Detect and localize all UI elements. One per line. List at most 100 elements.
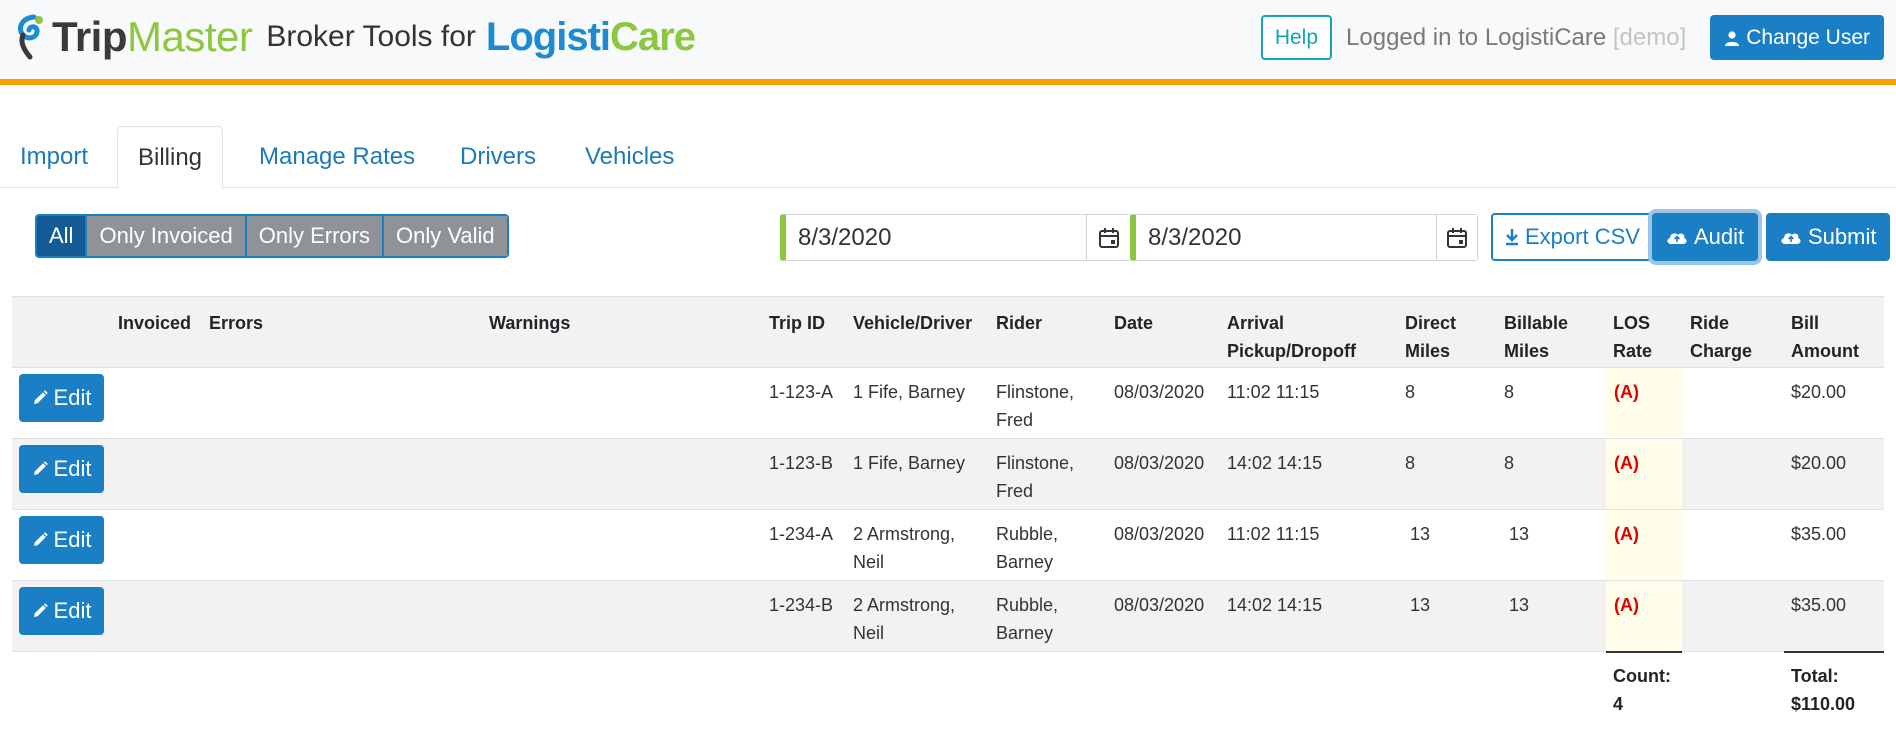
- edit-button[interactable]: Edit: [19, 587, 104, 635]
- direct-miles-cell: 13: [1410, 524, 1431, 544]
- col-rider[interactable]: Rider: [996, 309, 1042, 337]
- rider-line2: Barney: [996, 623, 1054, 643]
- arrival-cell: 11:02 11:15: [1227, 524, 1320, 544]
- total-label: Total:: [1791, 666, 1839, 686]
- vehicle-driver-cell: 1 Fife, Barney: [853, 449, 965, 477]
- tab-manage-rates[interactable]: Manage Rates: [239, 126, 435, 188]
- col-invoiced[interactable]: Invoiced: [118, 309, 191, 337]
- pencil-icon: [33, 532, 48, 546]
- end-date-calendar-button[interactable]: [1436, 215, 1477, 260]
- edit-button[interactable]: Edit: [19, 516, 104, 564]
- col-los-line2: Rate: [1613, 341, 1653, 361]
- help-button[interactable]: Help: [1260, 15, 1333, 60]
- col-bill-line2: Amount: [1791, 341, 1859, 361]
- user-icon: [1725, 30, 1740, 46]
- submit-label: Submit: [1808, 224, 1877, 249]
- top-header: Trip Master Broker Tools for LogistiCare …: [0, 0, 1896, 85]
- trip-id-cell: 1-123-A: [769, 382, 834, 402]
- date-cell: 08/03/2020: [1114, 595, 1205, 615]
- end-date-input[interactable]: [1136, 215, 1436, 260]
- edit-button[interactable]: Edit: [19, 445, 104, 493]
- download-icon: [1506, 229, 1518, 246]
- col-direct-miles[interactable]: Direct Miles: [1405, 309, 1456, 365]
- pencil-icon: [33, 390, 48, 404]
- table-row: Edit 1-234-B 2 Armstrong, Neil Rubble, Bar…: [12, 580, 1884, 651]
- change-user-label: Change User: [1746, 25, 1870, 49]
- export-csv-button[interactable]: Export CSV: [1491, 213, 1654, 261]
- trip-id-cell: 1-234-A: [769, 524, 834, 544]
- rider-line2: Fred: [996, 410, 1034, 430]
- rider-cell: Flinstone, Fred: [996, 378, 1074, 434]
- col-warnings[interactable]: Warnings: [489, 309, 570, 337]
- col-billable-miles[interactable]: Billable Miles: [1504, 309, 1568, 365]
- filter-all-button[interactable]: All: [37, 216, 86, 256]
- col-direct-line2: Miles: [1405, 341, 1451, 361]
- col-ride-line2: Charge: [1690, 341, 1753, 361]
- col-ride-charge[interactable]: Ride Charge: [1690, 309, 1752, 365]
- vehicle-driver-line2: Neil: [853, 552, 885, 572]
- rider-line1: Rubble,: [996, 524, 1059, 544]
- rider-line1: Flinstone,: [996, 453, 1075, 473]
- cloud-upload-icon: [1781, 233, 1801, 244]
- date-cell: 08/03/2020: [1114, 453, 1205, 473]
- col-los-rate[interactable]: LOS Rate: [1613, 309, 1652, 365]
- col-los-line1: LOS: [1613, 313, 1651, 333]
- billable-miles-cell: 13: [1509, 524, 1530, 544]
- col-arrival[interactable]: Arrival Pickup/Dropoff: [1227, 309, 1356, 365]
- tab-billing[interactable]: Billing: [117, 126, 224, 189]
- edit-label: Edit: [53, 598, 92, 623]
- direct-miles-cell: 13: [1410, 595, 1431, 615]
- filter-only-errors-button[interactable]: Only Errors: [244, 216, 382, 256]
- col-arrival-line2: Pickup/Dropoff: [1227, 341, 1356, 361]
- col-billable-line2: Miles: [1504, 341, 1550, 361]
- total-summary: Total: $110.00: [1791, 662, 1855, 718]
- change-user-button[interactable]: Change User: [1710, 15, 1884, 60]
- brand-tools-text: Broker Tools for: [266, 20, 476, 53]
- trip-id-cell: 1-234-B: [769, 595, 834, 615]
- col-date[interactable]: Date: [1114, 309, 1153, 337]
- direct-miles-cell: 8: [1405, 453, 1416, 473]
- filter-only-valid-button[interactable]: Only Valid: [382, 216, 507, 256]
- rider-cell: Rubble, Barney: [996, 520, 1058, 576]
- col-trip-id[interactable]: Trip ID: [769, 309, 825, 337]
- col-ride-line1: Ride: [1690, 313, 1730, 333]
- col-errors[interactable]: Errors: [209, 309, 263, 337]
- tab-vehicles[interactable]: Vehicles: [565, 126, 694, 188]
- los-rate-value: (A): [1614, 382, 1639, 402]
- edit-button[interactable]: Edit: [19, 374, 104, 422]
- calendar-icon: [1447, 227, 1467, 248]
- table-row: Edit 1-234-A 2 Armstrong, Neil Rubble, Bar…: [12, 509, 1884, 580]
- edit-label: Edit: [53, 456, 92, 481]
- bill-amount-cell: $35.00: [1791, 524, 1847, 544]
- start-date-calendar-button[interactable]: [1086, 215, 1130, 260]
- brand-logo: Trip Master Broker Tools for LogistiCare: [14, 12, 696, 62]
- demo-badge: [demo]: [1612, 23, 1687, 51]
- col-arrival-line1: Arrival: [1227, 313, 1285, 333]
- tab-drivers[interactable]: Drivers: [440, 126, 556, 188]
- start-date-input[interactable]: [786, 215, 1086, 260]
- vehicle-driver-cell: 1 Fife, Barney: [853, 378, 965, 406]
- tab-import[interactable]: Import: [0, 126, 108, 188]
- audit-button[interactable]: Audit: [1652, 213, 1759, 261]
- rider-cell: Rubble, Barney: [996, 591, 1058, 647]
- edit-label: Edit: [53, 385, 92, 410]
- billable-miles-cell: 8: [1504, 453, 1515, 473]
- start-date-group: [780, 214, 1131, 261]
- logisticare-logo-part1: Logisti: [485, 14, 611, 59]
- total-value: $110.00: [1791, 694, 1856, 714]
- billing-table: Invoiced Errors Warnings Trip ID Vehicle…: [12, 296, 1884, 721]
- logged-in-status: Logged in to LogistiCare [demo]: [1346, 24, 1686, 52]
- filter-only-invoiced-button[interactable]: Only Invoiced: [85, 216, 245, 256]
- col-bill-amount[interactable]: Bill Amount: [1791, 309, 1859, 365]
- submit-button[interactable]: Submit: [1766, 213, 1891, 261]
- count-label: Count:: [1613, 666, 1671, 686]
- col-vehicle-driver[interactable]: Vehicle/Driver: [853, 309, 972, 337]
- table-row: Edit 1-123-B 1 Fife, Barney Flinstone, Fr…: [12, 438, 1884, 509]
- brand-master-text: Master: [127, 13, 253, 60]
- count-value: 4: [1613, 694, 1624, 714]
- logisticare-logo-part2: Care: [610, 14, 696, 59]
- rider-line1: Rubble,: [996, 595, 1059, 615]
- col-bill-line1: Bill: [1791, 313, 1820, 333]
- header-right: Help Logged in to LogistiCare [demo] Cha…: [1260, 15, 1884, 60]
- vehicle-driver-line2: Neil: [853, 623, 885, 643]
